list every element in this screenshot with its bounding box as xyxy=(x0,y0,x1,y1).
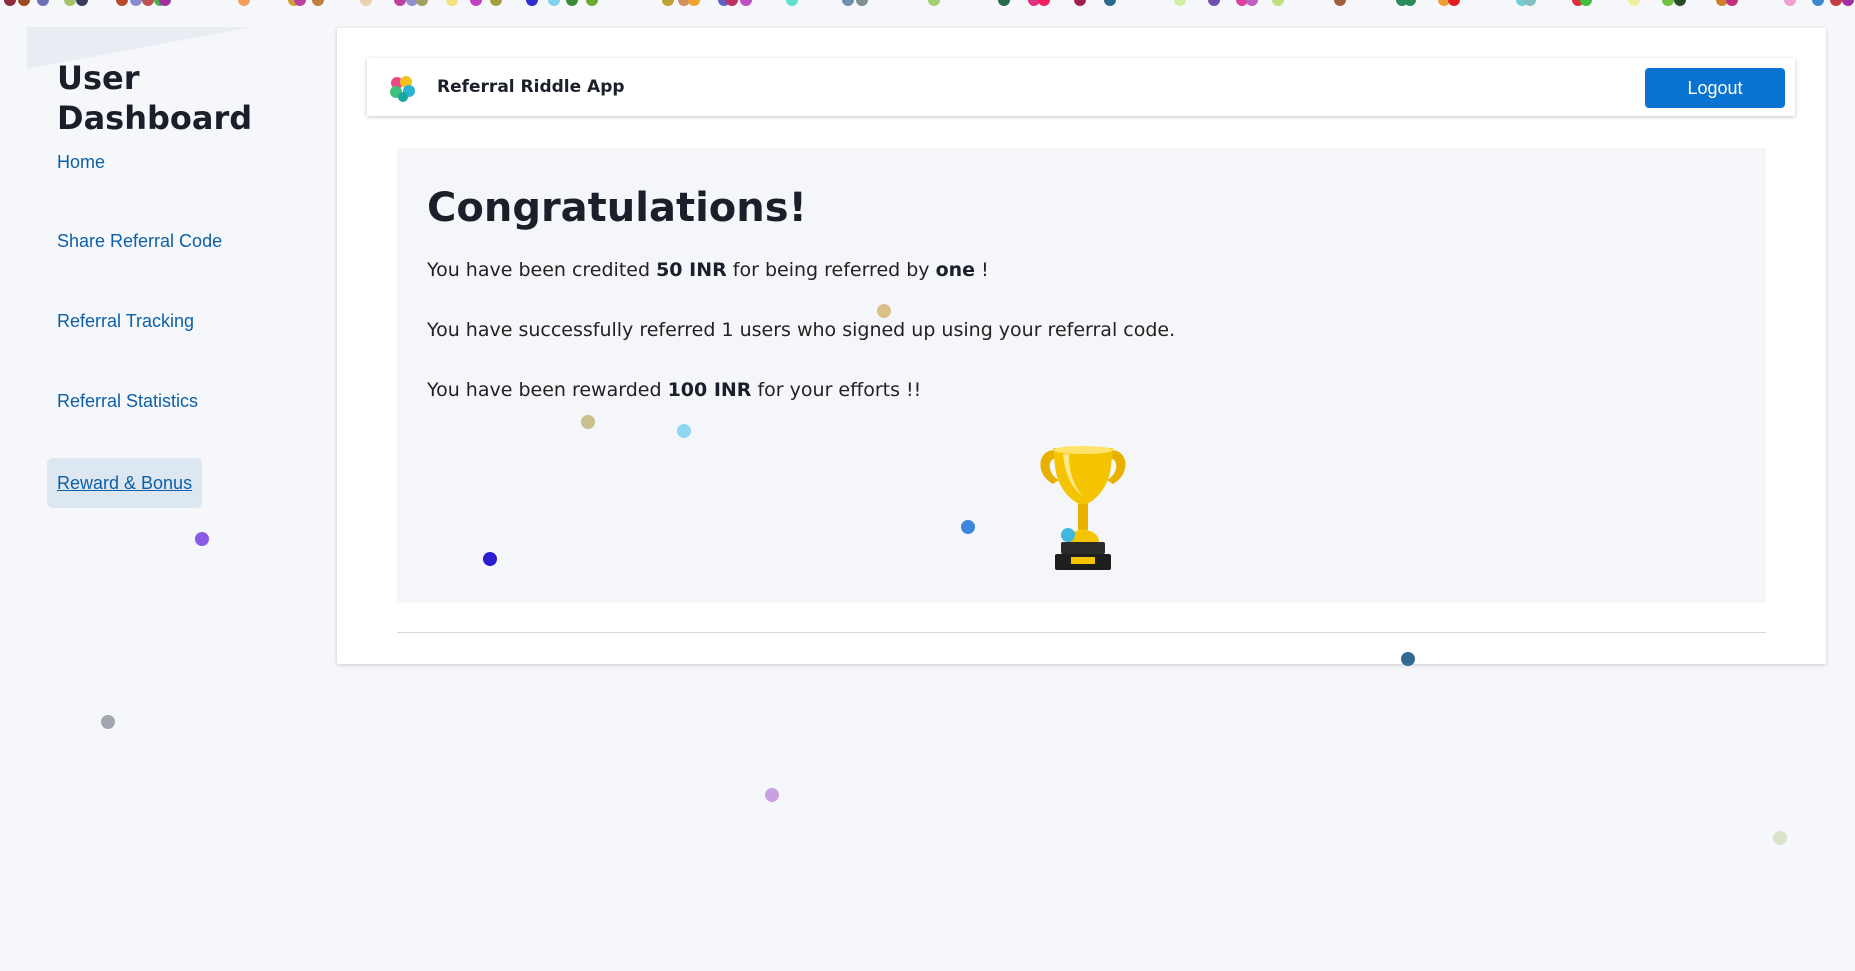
sidebar-item-label: Home xyxy=(57,151,106,172)
divider xyxy=(397,632,1766,633)
sidebar-title: User Dashboard xyxy=(57,59,253,137)
confetti-dot xyxy=(1674,0,1686,6)
confetti-dot xyxy=(446,0,458,6)
congratulations-heading: Congratulations! xyxy=(427,185,807,231)
confetti-dot xyxy=(1784,0,1796,6)
sidebar-item-label: Referral Statistics xyxy=(57,390,199,411)
referrals-message: You have successfully referred 1 users w… xyxy=(427,319,1176,341)
confetti-dot xyxy=(1038,0,1050,6)
confetti-dot xyxy=(1028,0,1040,6)
confetti-dot xyxy=(1246,0,1258,6)
sidebar-item-share-referral-code[interactable]: Share Referral Code xyxy=(47,216,232,266)
confetti-dot xyxy=(406,0,418,6)
confetti-dot xyxy=(490,0,502,6)
sidebar-item-label: Share Referral Code xyxy=(57,230,223,251)
confetti-dot xyxy=(1716,0,1728,6)
app-header: Referral Riddle App Logout xyxy=(367,58,1795,116)
reward-suffix: for your efforts !! xyxy=(751,379,922,401)
credit-suffix: ! xyxy=(975,259,989,281)
confetti-dot xyxy=(786,0,798,6)
confetti-dot xyxy=(416,0,428,6)
confetti-dot xyxy=(928,0,940,6)
confetti-dot xyxy=(662,0,674,6)
confetti-dot xyxy=(1174,0,1186,6)
confetti-dot xyxy=(1236,0,1248,6)
confetti-dot xyxy=(394,0,406,6)
confetti-dot xyxy=(1726,0,1738,6)
sidebar-item-referral-statistics[interactable]: Referral Statistics xyxy=(47,376,208,426)
confetti-dot xyxy=(360,0,372,6)
confetti-dot xyxy=(1272,0,1284,6)
reward-amount: 100 INR xyxy=(667,379,752,401)
confetti-dot xyxy=(1773,831,1787,845)
confetti-dot xyxy=(718,0,730,6)
confetti-dot xyxy=(856,0,868,6)
confetti-dot xyxy=(1208,0,1220,6)
confetti-dot xyxy=(1404,0,1416,6)
colorful-dots-logo-icon xyxy=(390,76,415,102)
confetti-dot xyxy=(1812,0,1824,6)
confetti-dot xyxy=(1448,0,1460,6)
confetti-dot xyxy=(566,0,578,6)
confetti-dot xyxy=(740,0,752,6)
sidebar: User Dashboard Home Share Referral Code … xyxy=(0,0,300,971)
confetti-dot xyxy=(470,0,482,6)
reward-panel: Congratulations! You have been credited … xyxy=(397,148,1766,603)
confetti-dot xyxy=(312,0,324,6)
credit-middle: for being referred by xyxy=(726,259,936,281)
confetti-dot xyxy=(1334,0,1346,6)
confetti-dot xyxy=(1628,0,1640,6)
confetti-dot xyxy=(842,0,854,6)
main-card: Referral Riddle App Logout Congratulatio… xyxy=(337,28,1826,664)
confetti-dot xyxy=(1074,0,1086,6)
confetti-dot xyxy=(1524,0,1536,6)
confetti-dot xyxy=(688,0,700,6)
confetti-dot xyxy=(1104,0,1116,6)
trophy-icon xyxy=(1040,446,1126,570)
logout-button[interactable]: Logout xyxy=(1645,68,1785,108)
credit-amount: 50 INR xyxy=(656,259,727,281)
confetti-dot xyxy=(1516,0,1528,6)
sidebar-item-reward-bonus[interactable]: Reward & Bonus xyxy=(47,458,203,508)
confetti-dot xyxy=(1396,0,1408,6)
confetti-dot xyxy=(548,0,560,6)
sidebar-item-home[interactable]: Home xyxy=(47,137,115,187)
referrer-name: one xyxy=(935,259,976,281)
credit-message: You have been credited 50 INR for being … xyxy=(427,257,989,283)
reward-message: You have been rewarded 100 INR for your … xyxy=(427,377,921,403)
confetti-dot xyxy=(1830,0,1842,6)
app-name: Referral Riddle App xyxy=(437,77,625,97)
confetti-dot xyxy=(1572,0,1584,6)
confetti-dot xyxy=(678,0,690,6)
confetti-dot xyxy=(1662,0,1674,6)
confetti-dot xyxy=(586,0,598,6)
sidebar-item-label: Reward & Bonus xyxy=(57,472,193,493)
confetti-dot xyxy=(1842,0,1854,6)
confetti-dot xyxy=(726,0,738,6)
sidebar-item-referral-tracking[interactable]: Referral Tracking xyxy=(47,296,204,346)
confetti-dot xyxy=(526,0,538,6)
credit-prefix: You have been credited xyxy=(427,259,657,281)
confetti-dot xyxy=(765,788,779,802)
confetti-dot xyxy=(1580,0,1592,6)
confetti-dot xyxy=(1438,0,1450,6)
reward-prefix: You have been rewarded xyxy=(427,379,668,401)
confetti-dot xyxy=(998,0,1010,6)
sidebar-item-label: Referral Tracking xyxy=(57,310,195,331)
